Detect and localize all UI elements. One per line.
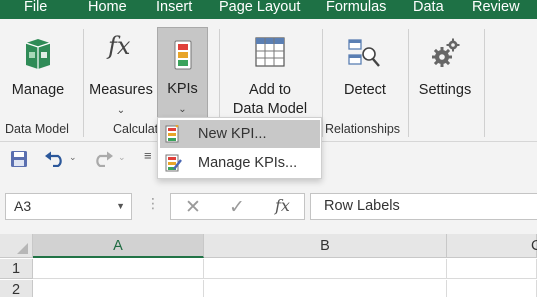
group-label-calculations: Calculat: [113, 122, 159, 136]
tab-insert[interactable]: Insert: [156, 0, 192, 18]
customize-toolbar-icon[interactable]: ≡: [144, 148, 152, 163]
cell-c2[interactable]: [447, 280, 537, 297]
settings-button[interactable]: Settings: [412, 25, 478, 117]
cancel-icon[interactable]: ✕: [185, 196, 201, 219]
tab-formulas[interactable]: Formulas: [326, 0, 386, 18]
add-to-label: Add to: [249, 82, 291, 98]
fx-icon: fx: [108, 32, 131, 60]
group-label-data-model: Data Model: [5, 122, 69, 136]
menu-bar: File Home Insert Page Layout Formulas Da…: [0, 0, 537, 19]
manage-label: Manage: [11, 82, 65, 98]
new-kpi-menu-item[interactable]: New KPI...: [160, 120, 320, 148]
column-header-c[interactable]: C: [447, 234, 537, 258]
gear-icon: [430, 37, 462, 75]
tab-home[interactable]: Home: [88, 0, 127, 18]
formula-bar: A3 ▼ ⋮ ✕ ✓ fx Row Labels: [0, 180, 537, 234]
name-box-value: A3: [14, 198, 32, 214]
kpis-dropdown-menu: New KPI... Manage KPIs...: [157, 117, 322, 179]
worksheet-grid: A B C 1 2: [0, 234, 537, 297]
kpi-icon: [174, 40, 192, 76]
manage-button[interactable]: Manage: [6, 25, 70, 117]
data-model-icon: [24, 37, 52, 77]
add-to-data-model-button[interactable]: Add to Data Model: [224, 25, 316, 117]
ribbon-separator: [83, 29, 84, 137]
save-icon[interactable]: [10, 150, 28, 173]
tab-page-layout[interactable]: Page Layout: [219, 0, 300, 18]
drag-handle-icon[interactable]: ⋮: [146, 195, 160, 212]
cell-c1[interactable]: [447, 259, 537, 279]
new-kpi-label: New KPI...: [198, 126, 267, 142]
chevron-down-icon[interactable]: ⌄: [118, 152, 126, 163]
name-box[interactable]: A3 ▼: [5, 193, 132, 220]
kpis-label: KPIs: [167, 81, 198, 97]
ribbon-separator: [322, 29, 323, 137]
cell-a1[interactable]: [33, 259, 204, 279]
cell-b2[interactable]: [204, 280, 447, 297]
ribbon-separator: [408, 29, 409, 137]
cell-a2[interactable]: [33, 280, 204, 297]
manage-kpis-label: Manage KPIs...: [198, 155, 298, 171]
insert-function-icon[interactable]: fx: [275, 196, 290, 215]
formula-buttons: ✕ ✓ fx: [170, 193, 305, 220]
tab-data[interactable]: Data: [413, 0, 444, 18]
chevron-down-icon[interactable]: ▼: [116, 194, 125, 219]
select-all-corner[interactable]: [0, 234, 33, 258]
settings-label: Settings: [418, 82, 472, 98]
detect-relationships-icon: [347, 37, 381, 77]
chevron-down-icon[interactable]: ⌄: [69, 152, 77, 163]
column-header-b[interactable]: B: [204, 234, 447, 258]
ribbon-separator: [484, 29, 485, 137]
tab-file[interactable]: File: [24, 0, 47, 18]
column-header-a[interactable]: A: [33, 234, 204, 258]
row-header-2[interactable]: 2: [0, 280, 33, 297]
table-icon: [255, 37, 285, 73]
group-label-relationships: Relationships: [325, 122, 401, 136]
column-header-c-label: C: [531, 238, 537, 254]
detect-button[interactable]: Detect: [332, 25, 398, 117]
undo-icon[interactable]: [44, 151, 66, 172]
kpis-button[interactable]: KPIs ⌄: [157, 27, 208, 118]
measures-label: Measures: [89, 82, 153, 98]
formula-input[interactable]: Row Labels: [310, 193, 537, 220]
cell-b1[interactable]: [204, 259, 447, 279]
detect-label: Detect: [344, 82, 386, 98]
row-header-1[interactable]: 1: [0, 259, 33, 279]
enter-icon[interactable]: ✓: [229, 196, 245, 219]
measures-button[interactable]: fx Measures ⌄: [86, 25, 156, 117]
redo-icon[interactable]: [92, 151, 114, 172]
tab-review[interactable]: Review: [472, 0, 520, 18]
manage-kpis-menu-item[interactable]: Manage KPIs...: [160, 149, 320, 177]
manage-kpis-icon: [165, 154, 183, 182]
chevron-down-icon: ⌄: [116, 105, 126, 116]
